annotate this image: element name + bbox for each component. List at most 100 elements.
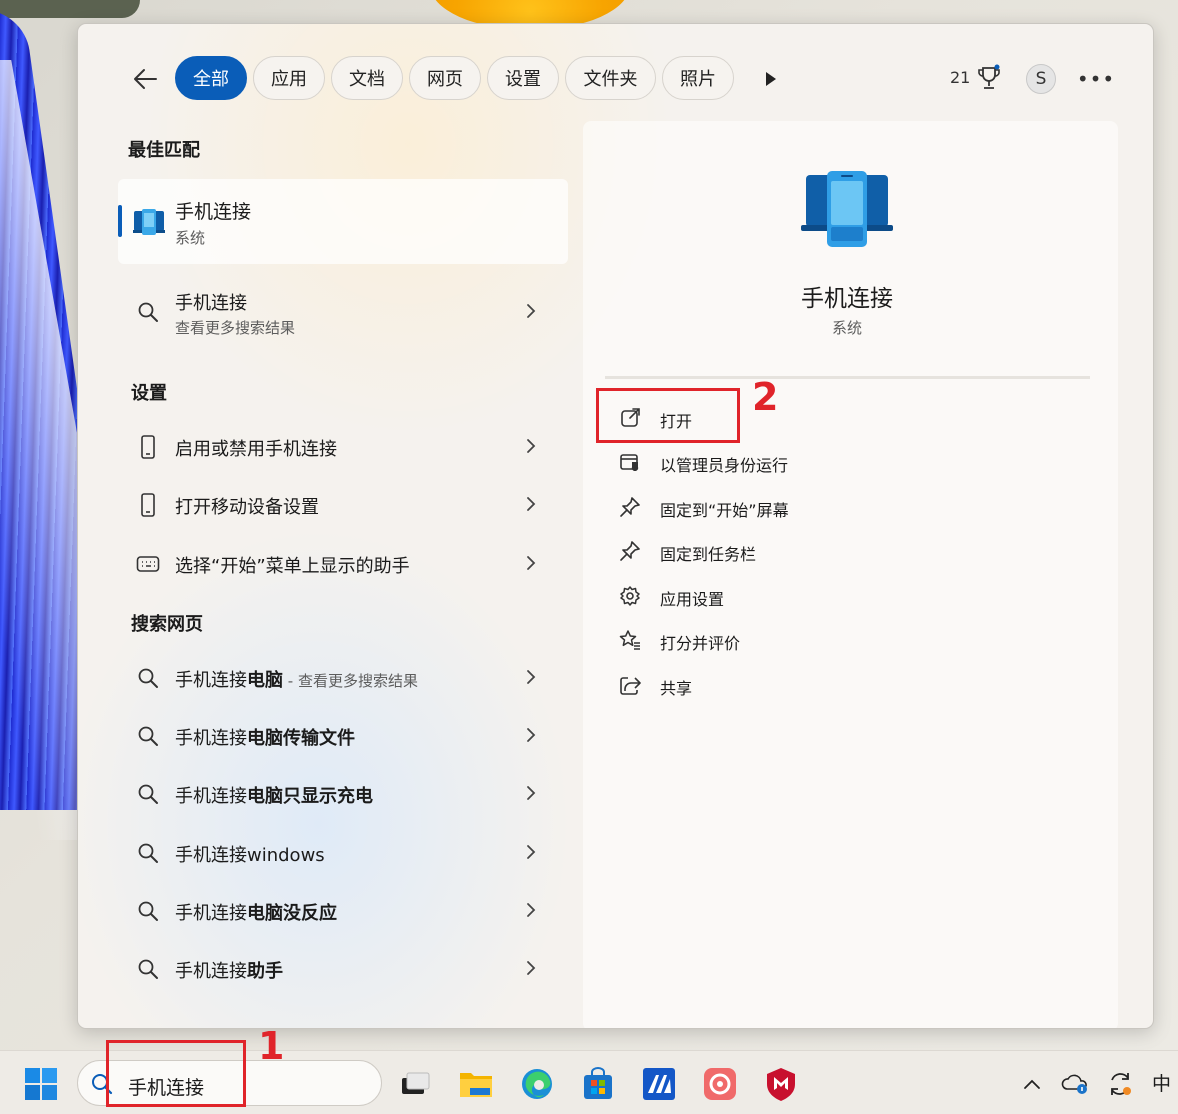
preview-title: 手机连接 [801,286,893,312]
keyboard-icon [136,551,160,577]
chevron-up-icon[interactable] [1012,1064,1052,1104]
file-explorer-icon[interactable] [456,1064,496,1104]
microsoft-store-icon[interactable] [578,1064,618,1104]
settings-item-label: 启用或禁用手机连接 [175,439,337,460]
action-label: 打分并评价 [660,634,741,653]
action-run-as-admin[interactable]: 以管理员身份运行 [613,443,933,483]
filter-chip-web[interactable]: 网页 [409,56,481,100]
action-label: 固定到任务栏 [660,545,757,564]
chevron-right-icon [527,845,536,859]
annotation-number-2: 2 [752,375,779,419]
best-match-result[interactable]: 手机连接 系统 [118,179,568,264]
search-icon [136,898,160,924]
search-icon [136,840,160,866]
settings-item-label: 选择“开始”菜单上显示的助手 [175,556,410,577]
phone-link-app-icon [133,209,165,235]
preview-subtitle: 系统 [831,319,862,337]
web-suggestion-row[interactable]: 手机连接电脑没反应 [118,886,568,936]
settings-item-toggle-phone-link[interactable]: 启用或禁用手机连接 [118,422,568,472]
web-suggestion-label: 手机连接电脑没反应 [175,903,337,924]
admin-shield-icon [620,454,639,472]
search-panel: 全部 应用 文档 网页 设置 文件夹 照片 21 S ••• 最佳匹配 手机连接… [77,23,1154,1029]
preview-pane: 手机连接 系统 打开 以管理员身份运行 固定到“开始”屏幕 固定到任务栏 应用设… [583,121,1118,1028]
filter-bar: 全部 应用 文档 网页 设置 文件夹 照片 21 S ••• [78,24,1153,134]
action-label: 以管理员身份运行 [660,456,789,475]
web-suggestion-row[interactable]: 手机连接电脑传输文件 [118,711,568,761]
settings-item-mobile-devices[interactable]: 打开移动设备设置 [118,480,568,530]
phone-link-app-icon [801,171,893,247]
settings-item-label: 打开移动设备设置 [175,497,319,518]
web-suggestion-label: 手机连接电脑 - 查看更多搜索结果 [175,670,418,691]
search-icon [136,956,160,982]
task-view-icon[interactable] [395,1064,435,1104]
pin-icon [620,497,640,517]
windows-logo-icon [25,1068,57,1100]
filter-chip-apps[interactable]: 应用 [253,56,325,100]
action-pin-to-start[interactable]: 固定到“开始”屏幕 [613,488,933,528]
start-button[interactable] [21,1064,61,1104]
action-label: 固定到“开始”屏幕 [660,501,789,520]
web-suggestion-row[interactable]: 手机连接助手 [118,944,568,994]
best-match-title: 手机连接 [175,201,252,223]
phone-icon [136,434,160,460]
back-button[interactable] [128,62,162,96]
web-suggestion-row[interactable]: 手机连接windows [118,828,568,878]
red-app-icon[interactable] [700,1064,740,1104]
action-label: 共享 [660,679,693,698]
filter-chip-documents[interactable]: 文档 [331,56,403,100]
action-share[interactable]: 共享 [613,666,933,706]
onedrive-icon[interactable] [1055,1064,1095,1104]
filter-chip-photos[interactable]: 照片 [662,56,734,100]
wallpaper-shape [0,0,140,18]
web-search-heading: 搜索网页 [131,614,203,635]
web-suggestion-label: 手机连接电脑传输文件 [175,728,355,749]
mcafee-shield-icon[interactable] [761,1064,801,1104]
star-rate-icon [619,630,640,650]
annotation-number-1: 1 [258,1024,285,1068]
ime-indicator[interactable]: 中 [1152,1069,1171,1096]
annotation-box-search [106,1040,246,1107]
rewards-trophy-icon[interactable] [976,64,1002,92]
more-search-results-row[interactable]: 手机连接 查看更多搜索结果 [118,287,568,337]
divider [605,376,1090,379]
rewards-points: 21 [950,68,971,87]
action-label: 应用设置 [660,590,725,609]
web-suggestion-row[interactable]: 手机连接电脑只显示充电 [118,769,568,819]
action-rate-and-review[interactable]: 打分并评价 [613,621,933,661]
more-results-subtitle: 查看更多搜索结果 [175,319,296,337]
action-app-settings[interactable]: 应用设置 [613,577,933,617]
search-icon [136,665,160,691]
selection-indicator [118,205,122,237]
user-avatar[interactable]: S [1026,64,1056,94]
chevron-right-icon [527,728,536,742]
phone-icon [136,492,160,518]
search-icon [136,781,160,807]
app-launcher-icon[interactable] [639,1064,679,1104]
web-suggestion-label: 手机连接windows [175,845,325,866]
search-icon [136,299,160,325]
more-filters-play-icon[interactable] [759,68,781,90]
annotation-box-open [596,388,740,443]
chevron-right-icon [527,497,536,511]
more-options-icon[interactable]: ••• [1077,64,1114,94]
web-suggestion-row[interactable]: 手机连接电脑 - 查看更多搜索结果 [118,653,568,703]
chevron-right-icon [527,304,536,318]
chevron-right-icon [527,961,536,975]
arrow-left-icon [134,69,157,89]
more-results-title: 手机连接 [175,293,247,314]
pin-icon [620,541,640,561]
best-match-heading: 最佳匹配 [128,140,200,161]
sync-icon[interactable] [1100,1064,1140,1104]
chevron-right-icon [527,439,536,453]
filter-chip-all[interactable]: 全部 [175,56,247,100]
chevron-right-icon [527,786,536,800]
settings-item-start-menu-assistant[interactable]: 选择“开始”菜单上显示的助手 [118,539,568,589]
web-suggestion-label: 手机连接电脑只显示充电 [175,786,373,807]
settings-heading: 设置 [131,383,167,404]
action-pin-to-taskbar[interactable]: 固定到任务栏 [613,532,933,572]
chevron-right-icon [527,556,536,570]
edge-browser-icon[interactable] [517,1064,557,1104]
best-match-subtitle: 系统 [175,229,206,247]
filter-chip-settings[interactable]: 设置 [487,56,559,100]
filter-chip-folders[interactable]: 文件夹 [565,56,656,100]
